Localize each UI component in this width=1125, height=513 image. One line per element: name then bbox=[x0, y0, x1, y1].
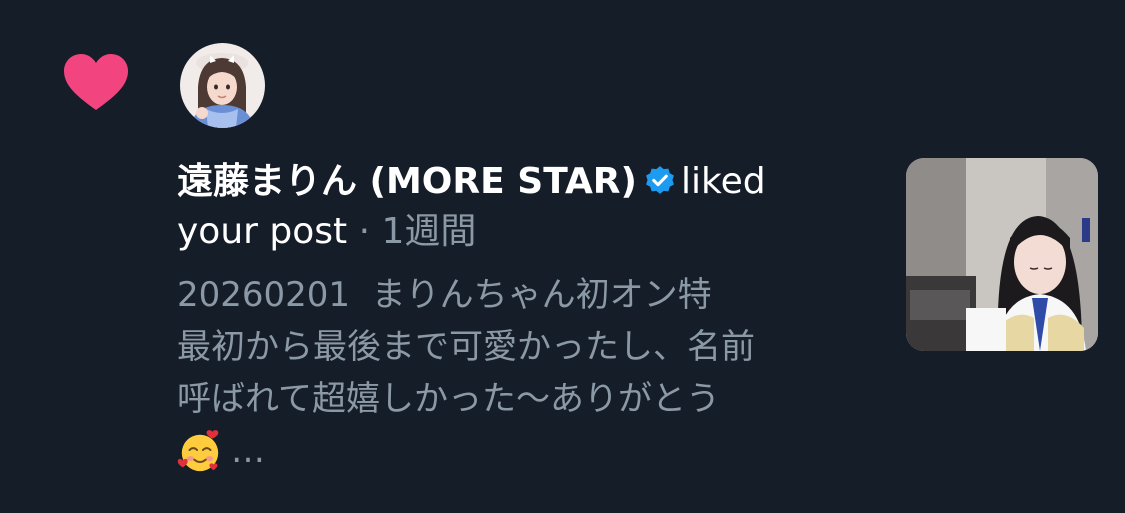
notification-content: 遠藤まりん (MORE STAR) liked your post · 1週間 … bbox=[177, 157, 837, 477]
post-line: 呼ばれて超嬉しかった〜ありがとう bbox=[177, 379, 720, 419]
notification-headline: 遠藤まりん (MORE STAR) liked your post · 1週間 bbox=[177, 157, 837, 257]
heart-icon bbox=[64, 54, 128, 110]
timestamp[interactable]: 1週間 bbox=[382, 211, 477, 252]
post-line: 最初から最後まで可愛かったし、名前 bbox=[177, 327, 755, 367]
user-display-name[interactable]: 遠藤まりん (MORE STAR) bbox=[177, 161, 637, 202]
smiling-face-with-hearts-icon bbox=[177, 430, 219, 472]
post-ellipsis: … bbox=[231, 431, 265, 471]
verified-badge-icon bbox=[646, 166, 674, 194]
post-line-emoji: … bbox=[177, 425, 837, 477]
avatar-image bbox=[180, 43, 265, 128]
avatar[interactable] bbox=[180, 43, 265, 128]
post-line: 20260201 まりんちゃん初オン特 bbox=[177, 275, 712, 315]
action-text: liked bbox=[681, 161, 766, 202]
action-object: your post bbox=[177, 211, 348, 252]
post-thumbnail[interactable] bbox=[906, 158, 1098, 351]
post-thumbnail-image bbox=[906, 158, 1098, 351]
post-preview[interactable]: 20260201 まりんちゃん初オン特 最初から最後まで可愛かったし、名前 呼ば… bbox=[177, 269, 837, 477]
like-notification[interactable]: 遠藤まりん (MORE STAR) liked your post · 1週間 … bbox=[0, 0, 1125, 513]
separator-dot: · bbox=[358, 211, 371, 252]
